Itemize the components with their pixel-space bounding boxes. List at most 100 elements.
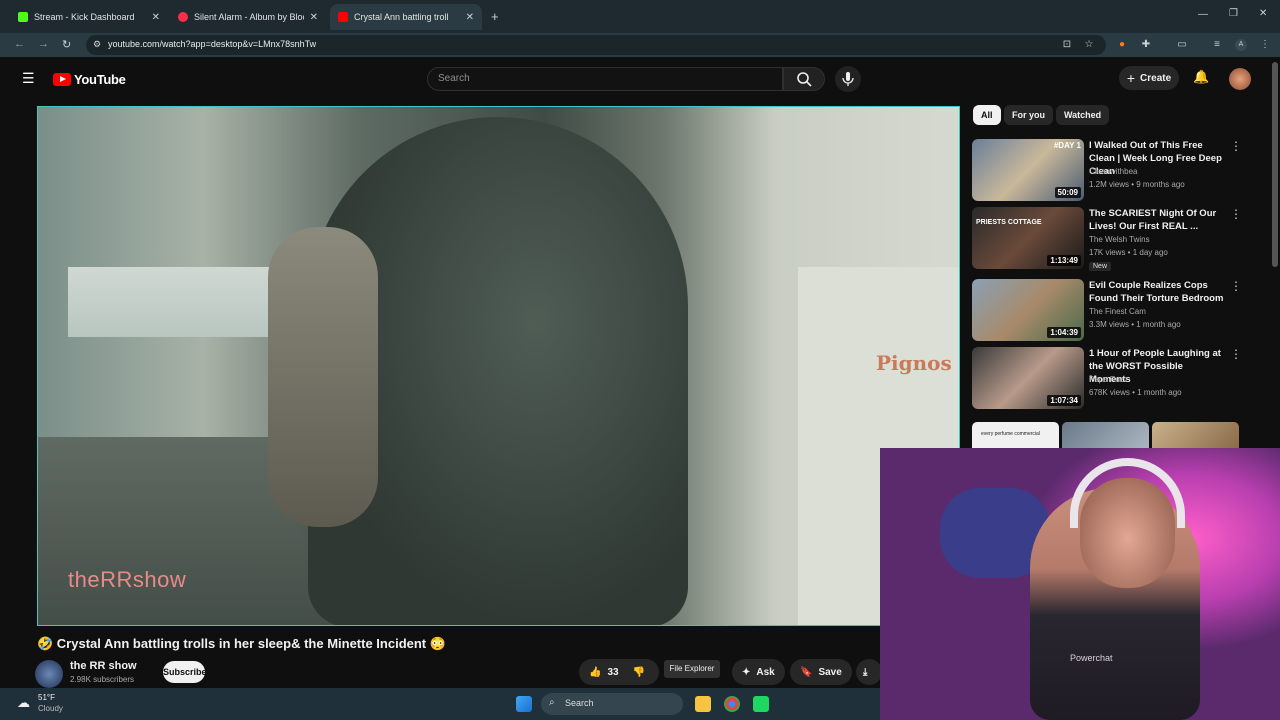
close-icon[interactable]: ✕ xyxy=(310,12,318,23)
video-duration: 50:09 xyxy=(1054,187,1081,198)
channel-name[interactable]: the RR show xyxy=(70,660,137,672)
like-dislike-group: 👍 33 👎 xyxy=(579,659,659,685)
video-sign-text: Pignos xyxy=(876,351,952,375)
weather-cloud-icon[interactable]: ☁ xyxy=(17,695,30,711)
thumbnail-label: PRIESTS COTTAGE xyxy=(976,219,1042,226)
search-icon: ⌕ xyxy=(549,697,555,708)
recommendation-meta: 17K views • 1 day ago xyxy=(1089,248,1168,257)
video-duration: 1:13:49 xyxy=(1047,255,1081,266)
omnibox[interactable]: ⚙ youtube.com/watch?app=desktop&v=LMnx78… xyxy=(86,35,1106,55)
search-input[interactable]: Search xyxy=(427,67,783,91)
recommendation-channel[interactable]: Cleanwithbea xyxy=(1089,167,1137,176)
extensions-puzzle-icon[interactable]: ✚ xyxy=(1140,39,1152,51)
more-options-icon[interactable]: ⋮ xyxy=(1230,207,1242,221)
sparkle-icon: ✦ xyxy=(742,666,751,678)
video-person-face xyxy=(268,227,378,527)
weather-condition[interactable]: Cloudy xyxy=(38,704,63,713)
account-avatar[interactable] xyxy=(1229,68,1251,90)
app-icon[interactable] xyxy=(753,696,769,712)
tooltip: File Explorer xyxy=(664,660,720,678)
kick-favicon-icon xyxy=(18,12,28,22)
scrollbar-thumb[interactable] xyxy=(1272,62,1278,267)
like-count[interactable]: 33 xyxy=(607,667,618,678)
chip-all[interactable]: All xyxy=(973,105,1001,125)
chrome-icon[interactable] xyxy=(724,696,740,712)
maximize-icon[interactable]: ❐ xyxy=(1229,8,1238,19)
youtube-play-icon xyxy=(53,73,71,86)
recommendation-meta: 678K views • 1 month ago xyxy=(1089,388,1182,397)
new-badge: New xyxy=(1089,262,1112,271)
url-text: youtube.com/watch?app=desktop&v=LMnx78sn… xyxy=(108,39,317,49)
windows-start-icon[interactable] xyxy=(516,696,532,712)
thumbs-down-icon[interactable]: 👎 xyxy=(633,667,645,678)
recommendation-channel[interactable]: Papa Ruzz xyxy=(1089,375,1128,384)
tab-kick-dashboard[interactable]: Stream - Kick Dashboard ✕ xyxy=(10,4,168,30)
video-thumbnail[interactable]: 1:07:34 xyxy=(972,347,1084,409)
short-thumbnail[interactable] xyxy=(1062,422,1149,448)
media-icon[interactable]: ≡ xyxy=(1211,39,1223,51)
video-thumbnail[interactable]: 1:04:39 xyxy=(972,279,1084,341)
microphone-icon xyxy=(842,72,854,86)
shirt-logo-text: Powerchat xyxy=(1070,653,1113,663)
site-info-icon[interactable]: ⚙ xyxy=(93,39,101,50)
chip-watched[interactable]: Watched xyxy=(1056,105,1110,125)
file-explorer-icon[interactable] xyxy=(695,696,711,712)
video-player[interactable]: Pignos theRRshow xyxy=(37,106,960,626)
more-options-icon[interactable]: ⋮ xyxy=(1230,347,1242,361)
video-thumbnail[interactable]: #DAY 1 50:09 xyxy=(972,139,1084,201)
more-options-icon[interactable]: ⋮ xyxy=(1230,139,1242,153)
youtube-logo[interactable]: YouTube xyxy=(53,72,126,87)
recommendation-meta: 1.2M views • 9 months ago xyxy=(1089,180,1185,189)
cast-icon[interactable]: ▭ xyxy=(1176,39,1188,51)
window-close-icon[interactable]: ✕ xyxy=(1259,8,1267,19)
recommendation-title[interactable]: The SCARIEST Night Of Our Lives! Our Fir… xyxy=(1089,207,1224,233)
recommendation-item[interactable]: 1:07:34 1 Hour of People Laughing at the… xyxy=(972,347,1252,411)
notifications-bell-icon[interactable]: 🔔 xyxy=(1193,69,1209,85)
new-tab-button[interactable]: + xyxy=(491,9,499,24)
plus-icon: + xyxy=(1126,70,1136,86)
thumbnail-label: #DAY 1 xyxy=(1053,141,1081,150)
thumbs-up-icon[interactable]: 👍 xyxy=(589,667,601,678)
close-icon[interactable]: ✕ xyxy=(152,12,160,23)
more-options-icon[interactable]: ⋮ xyxy=(1230,279,1242,293)
back-arrow-icon[interactable]: ← xyxy=(14,38,25,50)
taskbar-search[interactable]: ⌕ Search xyxy=(541,693,683,715)
subscribe-button[interactable]: Subscribe xyxy=(163,661,207,683)
download-icon: ⤓ xyxy=(863,666,868,678)
tab-silent-alarm[interactable]: Silent Alarm - Album by Bloc Pa ✕ xyxy=(170,4,326,30)
recommendation-item[interactable]: #DAY 1 50:09 I Walked Out of This Free C… xyxy=(972,139,1252,203)
youtube-favicon-icon xyxy=(338,12,348,22)
save-button[interactable]: 🔖 Save xyxy=(790,659,852,685)
weather-temperature[interactable]: 51°F xyxy=(38,693,55,702)
video-thumbnail[interactable]: PRIESTS COTTAGE 1:13:49 xyxy=(972,207,1084,269)
chip-for-you[interactable]: For you xyxy=(1004,105,1053,125)
search-icon xyxy=(797,72,812,87)
forward-arrow-icon[interactable]: → xyxy=(38,38,49,50)
short-thumbnail[interactable]: every perfume commercial xyxy=(972,422,1059,448)
download-button[interactable]: ⤓ xyxy=(856,659,882,685)
search-button[interactable] xyxy=(783,67,825,91)
reload-icon[interactable]: ↻ xyxy=(62,38,71,51)
recommendation-title[interactable]: Evil Couple Realizes Cops Found Their To… xyxy=(1089,279,1224,305)
browser-menu-icon[interactable]: ⋮ xyxy=(1259,39,1271,51)
profile-avatar[interactable]: A xyxy=(1235,39,1247,51)
ask-button[interactable]: ✦ Ask xyxy=(732,659,785,685)
recommendation-channel[interactable]: The Finest Cam xyxy=(1089,307,1146,316)
create-button[interactable]: + Create xyxy=(1119,66,1179,90)
hamburger-menu-icon[interactable]: ☰ xyxy=(22,70,35,87)
voice-search-button[interactable] xyxy=(835,66,861,92)
short-thumbnail-label: every perfume commercial xyxy=(981,431,1040,437)
recommendation-item[interactable]: PRIESTS COTTAGE 1:13:49 The SCARIEST Nig… xyxy=(972,207,1252,271)
install-app-icon[interactable]: ⊡ xyxy=(1061,39,1073,51)
minimize-icon[interactable]: — xyxy=(1198,9,1208,20)
extension-icon[interactable]: ● xyxy=(1116,39,1128,51)
recommendation-item[interactable]: 1:04:39 Evil Couple Realizes Cops Found … xyxy=(972,279,1252,343)
channel-avatar[interactable] xyxy=(35,660,63,688)
tab-youtube-video[interactable]: Crystal Ann battling troll ✕ xyxy=(330,4,482,30)
recommendation-channel[interactable]: The Welsh Twins xyxy=(1089,235,1150,244)
close-icon[interactable]: ✕ xyxy=(466,12,474,23)
video-duration: 1:07:34 xyxy=(1047,395,1081,406)
browser-tab-bar: Stream - Kick Dashboard ✕ Silent Alarm -… xyxy=(0,0,1280,33)
short-thumbnail[interactable] xyxy=(1152,422,1239,448)
bookmark-star-icon[interactable]: ☆ xyxy=(1083,39,1095,51)
